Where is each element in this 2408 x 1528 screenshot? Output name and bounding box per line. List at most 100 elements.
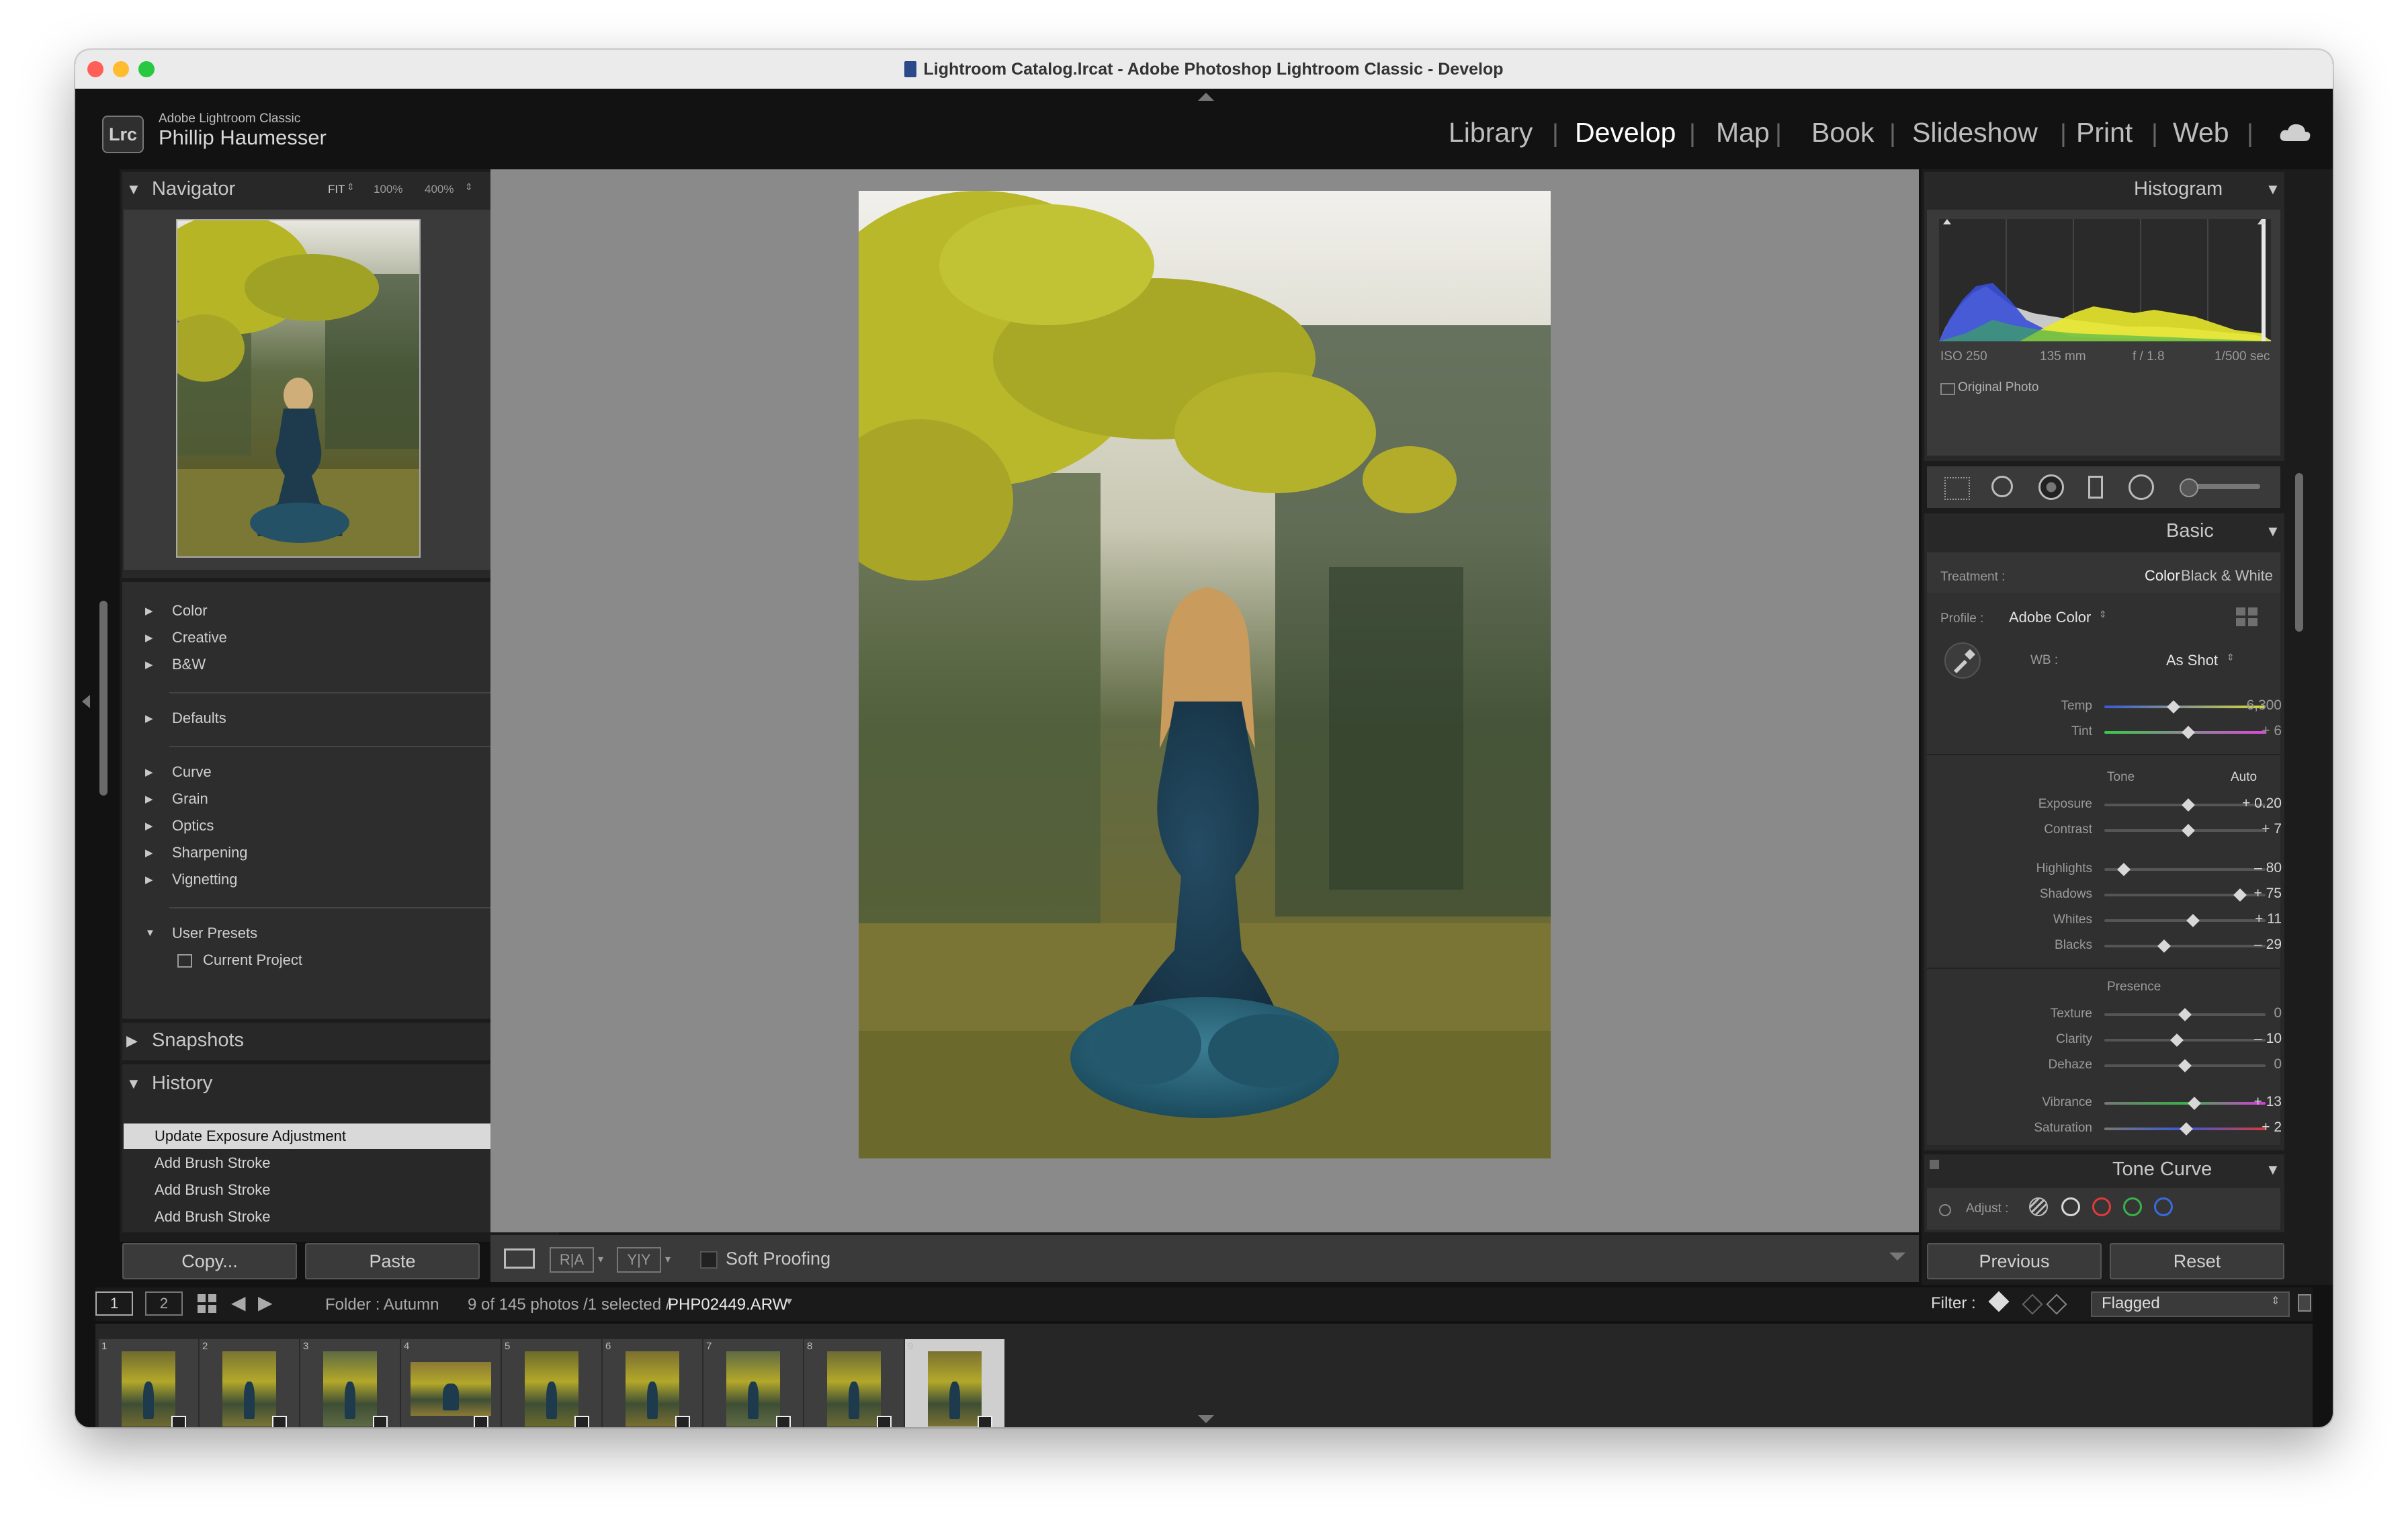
filmstrip-thumbnail[interactable]: 7	[703, 1339, 804, 1427]
history-item[interactable]: Add Brush Stroke	[124, 1177, 552, 1203]
preset-group-arrow-icon[interactable]: ▶	[145, 874, 153, 886]
zoom-fit-arrow-icon[interactable]: ⇕	[347, 181, 355, 193]
radial-filter-icon[interactable]	[2128, 474, 2154, 500]
targeted-adjust-icon[interactable]	[1939, 1204, 1951, 1216]
snapshots-expand-icon[interactable]: ▶	[126, 1032, 138, 1050]
history-item-selected[interactable]: Update Exposure Adjustment	[124, 1123, 552, 1149]
back-arrow-icon[interactable]: ◀	[231, 1291, 246, 1314]
module-print[interactable]: Print	[2076, 117, 2133, 148]
preset-group-arrow-icon[interactable]: ▶	[145, 712, 153, 724]
preset-group-creative[interactable]: Creative	[172, 629, 227, 646]
treatment-black-white[interactable]: Black & White	[2181, 567, 2273, 585]
zoom-400[interactable]: 400%	[425, 183, 454, 196]
navigator-preview-image[interactable]	[176, 219, 421, 558]
dehaze-value[interactable]: 0	[2221, 1056, 2282, 1072]
preset-group-grain[interactable]: Grain	[172, 790, 208, 808]
forward-arrow-icon[interactable]: ▶	[258, 1291, 273, 1314]
wb-value[interactable]: As Shot	[2166, 652, 2218, 669]
preset-group-sharpening[interactable]: Sharpening	[172, 844, 248, 861]
zoom-more-arrow-icon[interactable]: ⇕	[465, 181, 473, 193]
preset-group-arrow-icon[interactable]: ▶	[145, 766, 153, 778]
blue-channel-icon[interactable]	[2154, 1197, 2173, 1216]
preset-group-arrow-icon[interactable]: ▶	[145, 820, 153, 832]
previous-button[interactable]: Previous	[1927, 1243, 2102, 1279]
module-web[interactable]: Web	[2173, 117, 2229, 148]
preset-group-expand-icon[interactable]: ▼	[145, 927, 155, 939]
graduated-filter-icon[interactable]	[2088, 476, 2103, 499]
folder-source[interactable]: Folder : Autumn	[325, 1296, 439, 1314]
original-photo-checkbox[interactable]	[1940, 383, 1955, 395]
histogram-collapse-icon[interactable]: ▼	[2266, 181, 2280, 198]
texture-value[interactable]: 0	[2221, 1005, 2282, 1021]
preset-group-curve[interactable]: Curve	[172, 763, 212, 781]
vibrance-value[interactable]: + 13	[2221, 1094, 2282, 1110]
spot-removal-tool-icon[interactable]	[1991, 476, 2013, 497]
zoom-fit[interactable]: FIT	[328, 183, 345, 196]
zoom-100[interactable]: 100%	[374, 183, 402, 196]
profile-value[interactable]: Adobe Color	[2009, 609, 2091, 626]
highlights-value[interactable]: – 80	[2221, 860, 2282, 876]
whites-value[interactable]: + 11	[2221, 911, 2282, 927]
point-curve-white-icon[interactable]	[2061, 1197, 2080, 1216]
reset-button[interactable]: Reset	[2110, 1243, 2284, 1279]
before-after-view-button[interactable]: R|A	[550, 1247, 594, 1273]
preset-group-arrow-icon[interactable]: ▶	[145, 632, 153, 644]
preset-group-defaults[interactable]: Defaults	[172, 710, 226, 727]
preset-group-vignetting[interactable]: Vignetting	[172, 871, 237, 888]
filename-dropdown-icon[interactable]: ▾	[786, 1294, 792, 1308]
basic-collapse-icon[interactable]: ▼	[2266, 523, 2280, 540]
tone-curve-toggle[interactable]	[1930, 1160, 1939, 1169]
main-photo[interactable]	[859, 191, 1551, 1158]
green-channel-icon[interactable]	[2123, 1197, 2142, 1216]
preset-group-arrow-icon[interactable]: ▶	[145, 847, 153, 859]
saturation-value[interactable]: + 2	[2221, 1119, 2282, 1136]
left-panel-toggle-icon[interactable]	[82, 695, 90, 708]
module-map[interactable]: Map	[1716, 117, 1770, 148]
filmstrip-thumbnail[interactable]: 6	[602, 1339, 703, 1427]
preset-group-arrow-icon[interactable]: ▶	[145, 605, 153, 617]
red-channel-icon[interactable]	[2092, 1197, 2111, 1216]
filter-lock-icon[interactable]	[2298, 1294, 2311, 1312]
filmstrip-thumbnail[interactable]: 4	[400, 1339, 501, 1427]
top-panel-toggle-icon[interactable]	[1198, 93, 1214, 101]
temp-value[interactable]: 6,300	[2221, 697, 2282, 714]
toolbar-content-dropdown-icon[interactable]	[1889, 1253, 1905, 1261]
profile-dropdown-icon[interactable]: ⇕	[2099, 609, 2107, 620]
module-develop[interactable]: Develop	[1575, 117, 1676, 148]
exposure-value[interactable]: + 0.20	[2221, 796, 2282, 812]
filmstrip-thumbnail[interactable]: 1	[98, 1339, 199, 1427]
before-after-dropdown-icon[interactable]: ▾	[598, 1253, 603, 1266]
right-panel-scrollbar[interactable]	[2295, 473, 2303, 632]
grid-view-icon[interactable]	[198, 1294, 216, 1313]
swap-dropdown-icon[interactable]: ▾	[665, 1253, 671, 1266]
history-item[interactable]: Add Brush Stroke	[124, 1204, 552, 1230]
swap-view-button[interactable]: Y|Y	[617, 1247, 661, 1273]
red-eye-tool-icon[interactable]	[2038, 474, 2064, 500]
paste-button[interactable]: Paste	[305, 1243, 480, 1279]
tone-auto-button[interactable]: Auto	[2231, 770, 2257, 785]
preset-group-user-presets[interactable]: User Presets	[172, 925, 257, 942]
shadows-value[interactable]: + 75	[2221, 886, 2282, 902]
preset-current-project[interactable]: Current Project	[203, 951, 302, 969]
preset-group-color[interactable]: Color	[172, 602, 208, 620]
loupe-view-icon[interactable]	[504, 1248, 535, 1269]
adjustment-brush-handle[interactable]	[2180, 478, 2198, 497]
left-panel-scrollbar[interactable]	[99, 601, 108, 796]
history-item[interactable]: Add Brush Stroke	[124, 1150, 552, 1176]
second-screen-button[interactable]: 2	[145, 1291, 183, 1316]
blacks-value[interactable]: – 29	[2221, 937, 2282, 953]
profile-browser-icon[interactable]	[2236, 607, 2259, 628]
preset-group-arrow-icon[interactable]: ▶	[145, 659, 153, 671]
main-screen-button[interactable]: 1	[95, 1291, 133, 1316]
filmstrip-thumbnail[interactable]: 8	[804, 1339, 904, 1427]
wb-dropdown-icon[interactable]: ⇕	[2227, 652, 2235, 663]
contrast-value[interactable]: + 7	[2221, 821, 2282, 837]
filter-select-arrow-icon[interactable]: ⇕	[2271, 1294, 2280, 1308]
tone-curve-collapse-icon[interactable]: ▼	[2266, 1161, 2280, 1179]
tint-value[interactable]: + 6	[2221, 723, 2282, 739]
navigator-collapse-icon[interactable]: ▼	[126, 181, 141, 198]
bottom-panel-toggle-icon[interactable]	[1198, 1415, 1214, 1423]
treatment-color[interactable]: Color	[2145, 567, 2180, 585]
crop-tool-icon[interactable]	[1944, 477, 1970, 500]
preset-group-bw[interactable]: B&W	[172, 656, 206, 673]
